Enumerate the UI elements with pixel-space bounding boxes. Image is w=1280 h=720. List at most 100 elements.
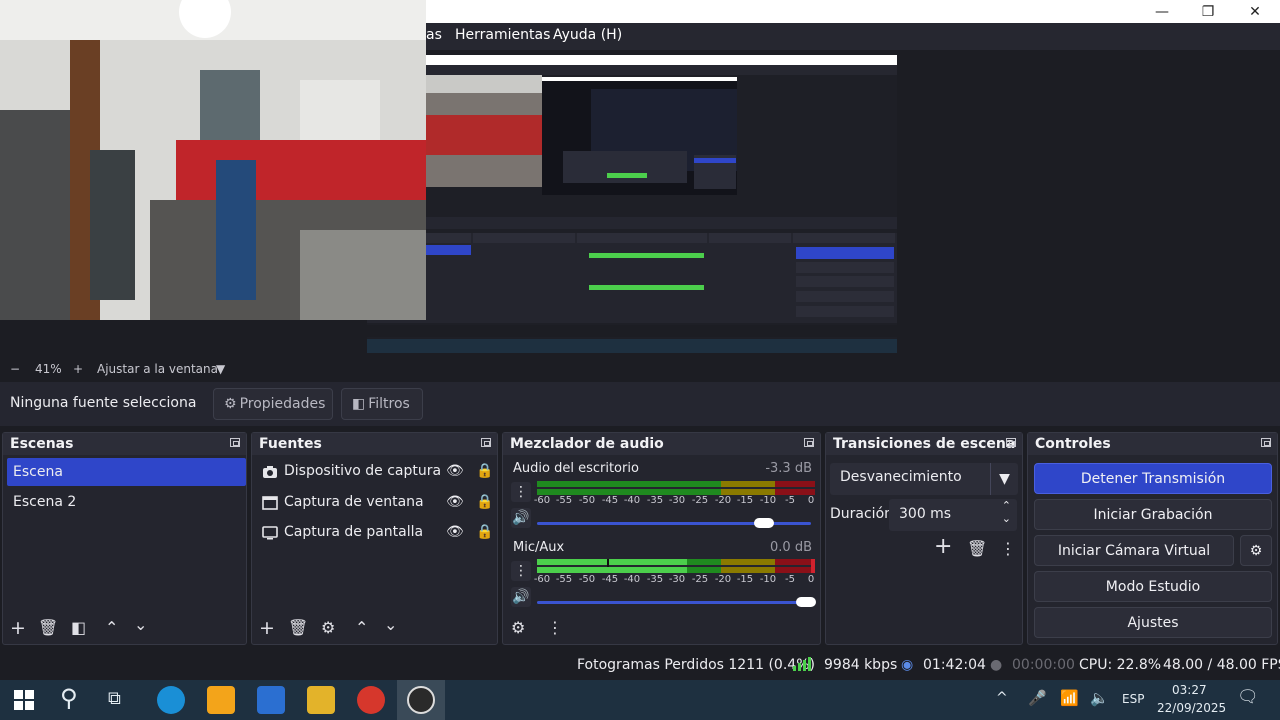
source-item[interactable]: Dispositivo de captura de 👁 🔒 [256, 458, 496, 488]
float-dock-icon[interactable] [1006, 438, 1016, 447]
task-view-icon[interactable]: ⧉ [108, 688, 121, 709]
mixer-menu-icon[interactable]: ⋮ [547, 618, 563, 637]
file-explorer-icon[interactable] [307, 686, 335, 714]
notifications-icon[interactable]: 🗨 [1237, 687, 1259, 707]
volume-slider[interactable] [537, 518, 811, 528]
language-indicator[interactable]: ESP [1122, 692, 1144, 706]
lock-icon[interactable]: 🔒 [476, 463, 493, 479]
channel-db: -3.3 dB [765, 461, 812, 476]
move-down-icon[interactable]: ⌄ [384, 615, 397, 634]
properties-label: Propiedades [239, 396, 326, 412]
network-icon[interactable]: 📶 [1060, 689, 1079, 707]
store-icon[interactable] [207, 686, 235, 714]
eye-icon[interactable]: 👁 [446, 524, 464, 540]
channel-menu-button[interactable]: ⋮ [511, 482, 531, 502]
move-up-icon[interactable]: ⌃ [355, 618, 368, 637]
channel-name: Audio del escritorio [513, 461, 639, 476]
chevron-up-icon[interactable]: ^ [996, 690, 1008, 706]
lock-icon[interactable]: 🔒 [476, 494, 493, 510]
menu-item-partial[interactable]: as [426, 27, 442, 43]
start-virtual-camera-button[interactable]: Iniciar Cámara Virtual [1034, 535, 1234, 566]
advanced-audio-gear-icon[interactable]: ⚙ [511, 618, 525, 637]
spin-up-icon[interactable]: ⌃ [1002, 499, 1011, 512]
virtual-camera-settings-button[interactable]: ⚙ [1240, 535, 1272, 566]
preview-area[interactable] [0, 0, 1280, 360]
filters-button[interactable]: ◧ Filtros [341, 388, 423, 420]
spin-down-icon[interactable]: ⌄ [1002, 512, 1011, 525]
streaming-icon: ◉ [901, 657, 914, 673]
restore-button[interactable]: ❐ [1185, 0, 1231, 23]
trash-icon[interactable]: 🗑 [967, 539, 987, 558]
stop-streaming-button[interactable]: Detener Transmisión [1034, 463, 1272, 494]
minimize-button[interactable]: — [1139, 0, 1185, 23]
gear-icon: ⚙ [224, 396, 237, 412]
fit-to-window-label[interactable]: Ajustar a la ventana [97, 362, 218, 376]
float-dock-icon[interactable] [804, 438, 814, 447]
eye-icon[interactable]: 👁 [446, 463, 464, 479]
float-dock-icon[interactable] [1261, 438, 1271, 447]
lock-icon[interactable]: 🔒 [476, 524, 493, 540]
status-bar: Fotogramas Perdidos 1211 (0.4%) 9984 kbp… [0, 650, 1280, 680]
channel-menu-button[interactable]: ⋮ [511, 561, 531, 581]
transition-menu-icon[interactable]: ⋮ [1000, 539, 1016, 558]
trash-icon[interactable]: 🗑 [38, 618, 58, 637]
preview-canvas[interactable] [367, 55, 897, 353]
volume-slider-handle[interactable] [754, 518, 775, 528]
zoom-out-button[interactable]: − [10, 362, 20, 376]
scenes-dock: Escenas Escena Escena 2 + 🗑 ◧ ⌃ ⌄ [2, 432, 247, 645]
source-item[interactable]: Captura de pantalla 👁 🔒 [256, 519, 496, 549]
source-item[interactable]: Captura de ventana 👁 🔒 [256, 489, 496, 519]
chrome-icon[interactable] [357, 686, 385, 714]
dropped-frames: Fotogramas Perdidos 1211 (0.4%) [577, 657, 815, 673]
menu-item-help[interactable]: Ayuda (H) [553, 27, 622, 43]
speaker-icon[interactable]: 🔊 [511, 508, 531, 528]
properties-button[interactable]: ⚙ Propiedades [213, 388, 333, 420]
clock-time[interactable]: 03:27 [1172, 683, 1207, 697]
eye-icon[interactable]: 👁 [446, 494, 464, 510]
source-toolbar: Ninguna fuente selecciona ⚙ Propiedades ◧… [0, 382, 1280, 426]
zoom-in-button[interactable]: + [73, 362, 83, 376]
add-icon[interactable]: + [259, 617, 275, 639]
float-dock-icon[interactable] [230, 438, 240, 447]
speaker-icon[interactable]: 🔊 [511, 587, 531, 607]
controls-dock: Controles Detener Transmisión Iniciar Gr… [1027, 432, 1278, 645]
move-up-icon[interactable]: ⌃ [105, 618, 118, 637]
zoom-dropdown-icon[interactable]: ▼ [216, 362, 225, 376]
settings-button[interactable]: Ajustes [1034, 607, 1272, 638]
scene-item[interactable]: Escena 2 [7, 488, 246, 516]
mixer-toolbar: ⚙ ⋮ [503, 614, 820, 644]
scene-item[interactable]: Escena [7, 458, 246, 486]
duration-spinbox[interactable]: 300 ms ⌃ ⌄ [889, 499, 1017, 531]
microphone-icon[interactable]: 🎤 [1028, 689, 1047, 707]
search-icon[interactable]: ⚲ [60, 684, 78, 712]
trash-icon[interactable]: 🗑 [288, 618, 308, 637]
source-label: Dispositivo de captura de [284, 463, 442, 479]
add-icon[interactable]: + [10, 617, 26, 639]
start-recording-button[interactable]: Iniciar Grabación [1034, 499, 1272, 530]
webcam-capture [0, 0, 426, 320]
transition-select[interactable]: Desvanecimiento ▼ [830, 463, 1018, 495]
obs-taskbar-button[interactable] [397, 680, 445, 720]
mail-icon[interactable] [257, 686, 285, 714]
meter-scale: -60 -55 -50 -45 -40 -35 -30 -25 -20 -15 -10 -5 0 [533, 574, 815, 585]
record-time: 00:00:00 [1012, 657, 1075, 673]
add-transition-icon[interactable]: + [934, 534, 952, 559]
transitions-title: Transiciones de escena [826, 433, 1022, 455]
volume-slider[interactable] [537, 597, 816, 607]
float-dock-icon[interactable] [481, 438, 491, 447]
bitrate: 9984 kbps [824, 657, 898, 673]
clock-date[interactable]: 22/09/2025 [1157, 701, 1226, 715]
audio-mixer-dock: Mezclador de audio Audio del escritorio … [502, 432, 821, 645]
transitions-dock: Transiciones de escena Desvanecimiento ▼… [825, 432, 1023, 645]
menu-item-tools[interactable]: Herramientas [455, 27, 550, 43]
move-down-icon[interactable]: ⌄ [134, 615, 147, 634]
studio-mode-button[interactable]: Modo Estudio [1034, 571, 1272, 602]
camera-icon [263, 466, 277, 478]
volume-slider-handle[interactable] [795, 597, 816, 607]
edge-icon[interactable] [157, 686, 185, 714]
volume-icon[interactable]: 🔈 [1090, 689, 1109, 707]
filter-icon[interactable]: ◧ [71, 618, 86, 637]
close-button[interactable]: ✕ [1232, 0, 1278, 23]
windows-start-icon[interactable] [14, 690, 34, 710]
gear-icon[interactable]: ⚙ [321, 618, 335, 637]
